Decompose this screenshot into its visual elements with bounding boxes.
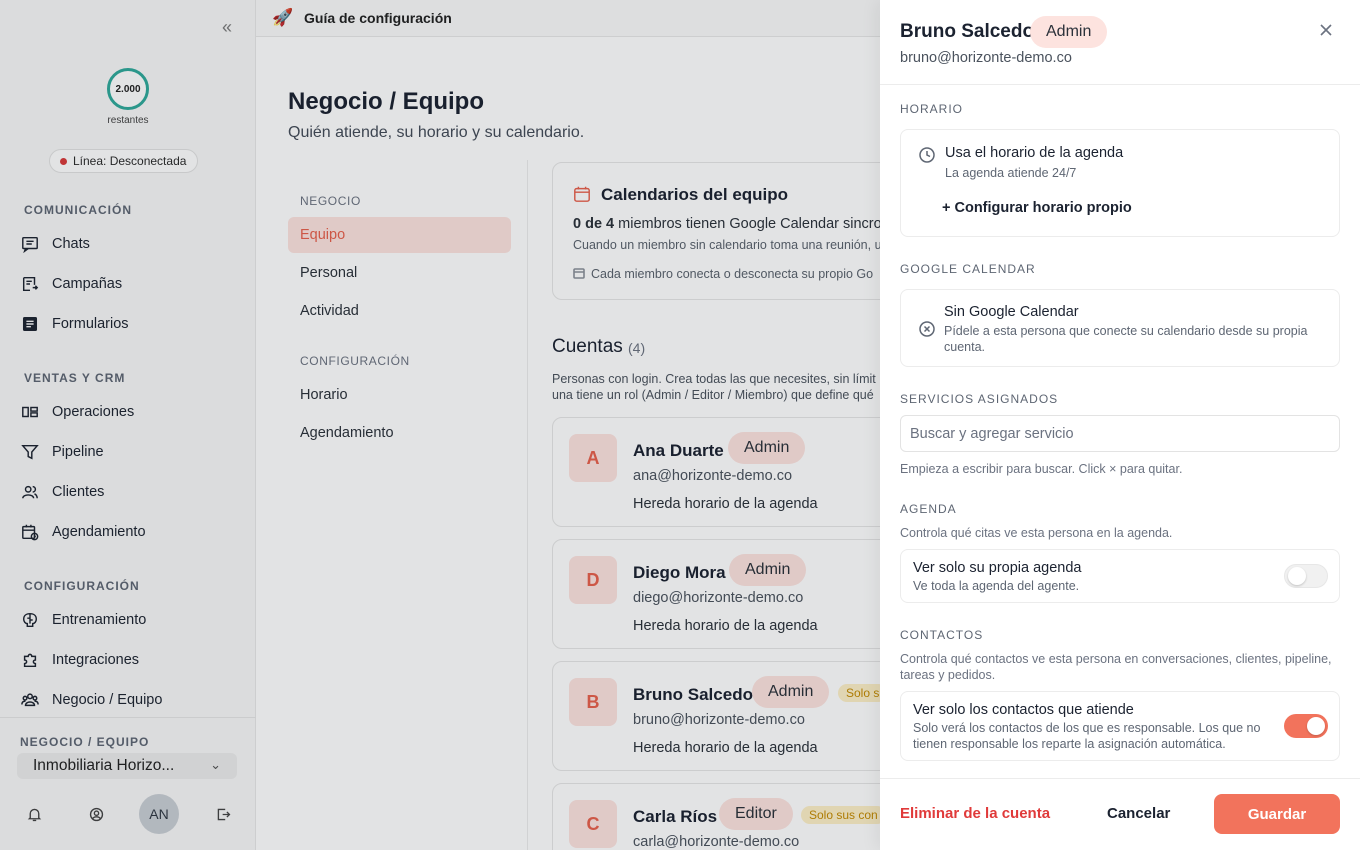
google-calendar-desc-line: Pídele a esta persona que conecte su cal… xyxy=(944,324,1308,338)
contacts-heading: CONTACTOS xyxy=(900,628,984,642)
agenda-toggle-subtitle: Ve toda la agenda del agente. xyxy=(913,579,1080,593)
modal-backdrop[interactable] xyxy=(0,0,880,850)
services-heading: SERVICIOS ASIGNADOS xyxy=(900,392,1059,406)
member-role-badge: Admin xyxy=(1030,16,1108,48)
agenda-heading: AGENDA xyxy=(900,502,957,516)
google-calendar-desc: Pídele a esta persona que conecte su cal… xyxy=(944,323,1307,355)
contacts-toggle-row: Ver solo los contactos que atiende Solo … xyxy=(900,691,1340,761)
circle-x-icon xyxy=(918,320,936,338)
agenda-toggle-row: Ver solo su propia agenda Ve toda la age… xyxy=(900,549,1340,603)
google-calendar-box: Sin Google Calendar Pídele a esta person… xyxy=(900,289,1340,367)
member-email: bruno@horizonte-demo.co xyxy=(900,50,1072,66)
own-agenda-toggle[interactable] xyxy=(1284,564,1328,588)
contacts-toggle-subtitle-line: Solo verá los contactos de los que es re… xyxy=(913,721,1261,735)
schedule-heading: HORARIO xyxy=(900,102,964,116)
service-search-input[interactable] xyxy=(900,415,1340,452)
close-icon[interactable] xyxy=(1316,20,1336,40)
contacts-toggle-subtitle-line: tienen responsable los reparte la asigna… xyxy=(913,737,1226,751)
contacts-description-line: tareas y pedidos. xyxy=(900,668,996,682)
google-calendar-status: Sin Google Calendar xyxy=(944,304,1079,320)
agenda-description: Controla qué citas ve esta persona en la… xyxy=(900,526,1173,540)
save-button[interactable]: Guardar xyxy=(1214,794,1340,834)
contacts-description-line: Controla qué contactos ve esta persona e… xyxy=(900,652,1332,666)
header-divider xyxy=(880,84,1360,85)
clock-icon xyxy=(918,146,936,164)
schedule-box: Usa el horario de la agenda La agenda at… xyxy=(900,129,1340,237)
schedule-title: Usa el horario de la agenda xyxy=(945,145,1124,161)
google-calendar-heading: GOOGLE CALENDAR xyxy=(900,262,1036,276)
agenda-toggle-title: Ver solo su propia agenda xyxy=(913,560,1082,576)
toggle-knob xyxy=(1307,717,1325,735)
contacts-description: Controla qué contactos ve esta persona e… xyxy=(900,651,1332,683)
cancel-button[interactable]: Cancelar xyxy=(1107,805,1170,822)
contacts-toggle-title: Ver solo los contactos que atiende xyxy=(913,702,1134,718)
toggle-knob xyxy=(1288,567,1306,585)
services-hint: Empieza a escribir para buscar. Click × … xyxy=(900,462,1183,476)
contacts-toggle-subtitle: Solo verá los contactos de los que es re… xyxy=(913,720,1260,752)
google-calendar-desc-line: cuenta. xyxy=(944,340,986,354)
own-contacts-toggle[interactable] xyxy=(1284,714,1328,738)
member-detail-drawer: Bruno Salcedo Admin bruno@horizonte-demo… xyxy=(880,0,1360,850)
schedule-subtitle: La agenda atiende 24/7 xyxy=(945,166,1077,180)
configure-own-schedule-link[interactable]: + Configurar horario propio xyxy=(942,200,1132,216)
delete-member-button[interactable]: Eliminar de la cuenta xyxy=(900,805,1050,822)
member-name: Bruno Salcedo xyxy=(900,21,1035,42)
footer-divider xyxy=(880,778,1360,779)
